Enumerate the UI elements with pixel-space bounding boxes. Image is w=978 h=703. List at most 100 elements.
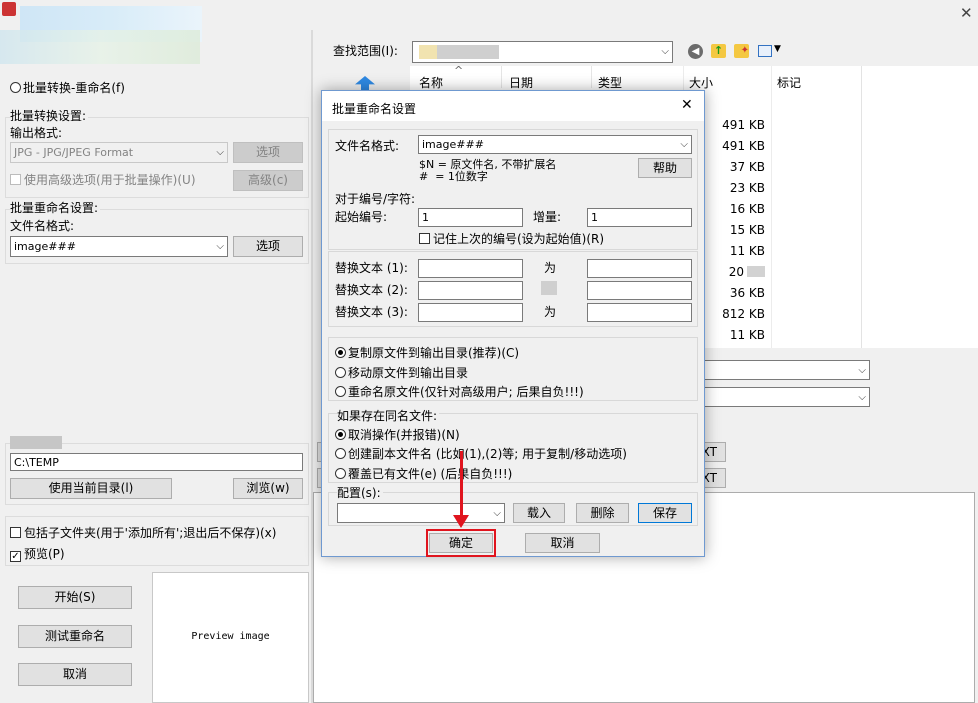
rename-options-button[interactable]: 选项	[233, 236, 303, 257]
browse-button[interactable]: 浏览(w)	[233, 478, 303, 499]
app-icon	[2, 2, 16, 16]
batch-rename-dialog: 批量重命名设置 ✕ 文件名格式: image### ⌵ $N = 原文件名, 不…	[321, 90, 705, 557]
column-size[interactable]: 大小	[689, 74, 713, 91]
column-sep	[591, 66, 592, 88]
copy-radio[interactable]: 复制原文件到输出目录(推荐)(C)	[335, 346, 519, 360]
close-window-icon[interactable]: ✕	[960, 4, 973, 22]
radio-indicator	[335, 468, 346, 479]
up-folder-icon[interactable]: ↑	[711, 44, 726, 58]
output-format-select[interactable]: JPG - JPG/JPEG Format ⌵	[10, 142, 228, 163]
column-date[interactable]: 日期	[509, 74, 533, 91]
arrow-head-icon	[453, 515, 469, 528]
right-select-2[interactable]: ⌵	[700, 387, 870, 407]
blurred-region	[0, 30, 200, 64]
column-name[interactable]: 名称	[419, 74, 443, 91]
create-copy-radio[interactable]: 创建副本文件名 (比如(1),(2)等; 用于复制/移动选项)	[335, 447, 627, 461]
cancel-button[interactable]: 取消	[18, 663, 132, 686]
advanced-button[interactable]: 高级(c)	[233, 170, 303, 191]
batch-rename-group-title: 批量重命名设置:	[10, 201, 101, 215]
output-options-button[interactable]: 选项	[233, 142, 303, 163]
rename-only-radio[interactable]: 批量转换-重命名(f)	[10, 81, 125, 95]
include-subfolders-checkbox[interactable]: 包括子文件夹(用于'添加所有';退出后不保存)(x)	[10, 526, 276, 540]
dlg-filename-label: 文件名格式:	[335, 139, 400, 153]
sort-arrow-icon: ^	[454, 64, 464, 77]
rename-original-radio[interactable]: 重命名原文件(仅针对高级用户; 后果自负!!!)	[335, 385, 584, 399]
replace-3-to[interactable]	[587, 303, 692, 322]
blurred-with-label	[541, 281, 557, 295]
overwrite-radio[interactable]: 覆盖已有文件(e) (后果自负!!!)	[335, 467, 512, 481]
output-format-label: 输出格式:	[10, 126, 63, 140]
look-in-label: 查找范围(I):	[333, 44, 398, 58]
batch-convert-group-title: 批量转换设置:	[10, 109, 89, 123]
config-select[interactable]: ⌵	[337, 503, 505, 523]
column-type[interactable]: 类型	[598, 74, 622, 91]
folder-icon	[419, 45, 439, 59]
start-button[interactable]: 开始(S)	[18, 586, 132, 609]
blurred-size	[747, 266, 765, 277]
replace-2-from[interactable]	[418, 281, 523, 300]
file-list-right-area	[861, 66, 978, 348]
radio-indicator	[335, 429, 346, 440]
move-radio[interactable]: 移动原文件到输出目录	[335, 366, 468, 380]
output-dir-input[interactable]: C:\TEMP	[10, 453, 303, 471]
close-icon[interactable]: ✕	[681, 97, 693, 113]
chevron-down-icon: ⌵	[216, 241, 224, 252]
remember-number-checkbox[interactable]: 记住上次的编号(设为起始值)(R)	[419, 232, 604, 246]
preview-box: Preview image	[152, 572, 309, 703]
new-folder-icon[interactable]: ✦	[734, 44, 749, 58]
chevron-down-icon: ⌵	[680, 139, 688, 150]
ok-button[interactable]: 确定	[429, 533, 493, 553]
config-label: 配置(s):	[337, 486, 383, 500]
look-in-select[interactable]: ⌵	[412, 41, 673, 63]
filename-format-label: 文件名格式:	[10, 219, 75, 233]
preview-text: Preview image	[191, 631, 270, 642]
column-tag[interactable]: 标记	[777, 74, 801, 91]
save-button[interactable]: 保存	[638, 503, 692, 523]
chevron-down-icon: ⌵	[216, 147, 224, 158]
blurred-path	[437, 45, 499, 59]
with-label-3: 为	[544, 305, 557, 319]
app-titlebar-area	[0, 0, 312, 64]
exists-label: 如果存在同名文件:	[337, 409, 440, 423]
radio-indicator	[335, 448, 346, 459]
preview-checkbox[interactable]: ✓ 预览(P)	[10, 547, 65, 562]
right-select-1[interactable]: ⌵	[700, 360, 870, 380]
column-sep	[501, 66, 502, 88]
dialog-cancel-button[interactable]: 取消	[525, 533, 600, 553]
checkbox-indicator	[10, 527, 21, 538]
replace-1-label: 替换文本 (1):	[335, 261, 408, 275]
delete-button[interactable]: 删除	[576, 503, 629, 523]
help-button[interactable]: 帮助	[638, 158, 692, 178]
radio-indicator	[335, 386, 346, 397]
view-menu-icon[interactable]	[758, 45, 772, 57]
increment-input[interactable]: 1	[587, 208, 692, 227]
dlg-filename-select[interactable]: image### ⌵	[418, 135, 692, 154]
numbering-label: 对于编号/字符:	[335, 192, 416, 206]
with-label-1: 为	[544, 261, 557, 275]
filename-format-select[interactable]: image### ⌵	[10, 236, 228, 257]
replace-3-from[interactable]	[418, 303, 523, 322]
arrow-annotation	[460, 451, 463, 521]
replace-2-label: 替换文本 (2):	[335, 283, 408, 297]
replace-1-to[interactable]	[587, 259, 692, 278]
view-menu-arrow[interactable]: ▼	[774, 44, 781, 54]
chevron-down-icon: ⌵	[858, 365, 866, 376]
test-rename-button[interactable]: 测试重命名	[18, 625, 132, 648]
cancel-op-radio[interactable]: 取消操作(并报错)(N)	[335, 428, 460, 442]
dialog-titlebar: 批量重命名设置 ✕	[322, 91, 704, 121]
back-icon[interactable]: ◀	[688, 44, 703, 59]
use-current-dir-button[interactable]: 使用当前目录(l)	[10, 478, 172, 499]
dialog-title: 批量重命名设置	[332, 102, 417, 116]
chevron-down-icon: ⌵	[661, 46, 669, 57]
load-button[interactable]: 载入	[513, 503, 565, 523]
start-number-input[interactable]: 1	[418, 208, 523, 227]
replace-1-from[interactable]	[418, 259, 523, 278]
chevron-down-icon: ⌵	[858, 392, 866, 403]
advanced-options-checkbox[interactable]: 使用高级选项(用于批量操作)(U)	[10, 173, 196, 187]
replace-2-to[interactable]	[587, 281, 692, 300]
radio-indicator	[335, 347, 346, 358]
start-number-label: 起始编号:	[335, 210, 388, 224]
radio-indicator	[10, 82, 21, 93]
replace-3-label: 替换文本 (3):	[335, 305, 408, 319]
checkbox-indicator	[10, 174, 21, 185]
